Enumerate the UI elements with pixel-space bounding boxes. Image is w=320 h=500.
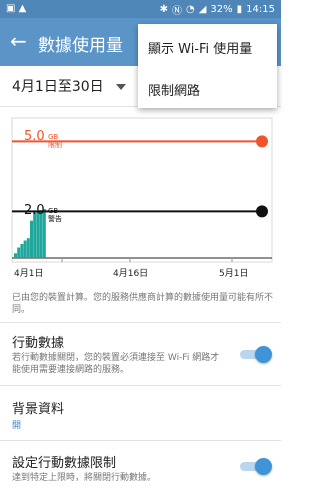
usage-bar [23, 240, 27, 258]
status-bar: ▣ ▲ ✱ Ⓝ ◔ ◢ 32% ▮ 14:15 [0, 0, 281, 18]
background-data-title: 背景資料 [12, 402, 65, 417]
mobile-data-title: 行動數據 [12, 336, 65, 351]
status-right: ✱ Ⓝ ◔ ◢ 32% ▮ 14:15 [160, 2, 275, 17]
toggle-knob [255, 458, 272, 475]
usage-bar [20, 244, 24, 258]
warning-icon: ▲ [18, 3, 27, 14]
nfc-icon: Ⓝ [171, 6, 182, 17]
usage-bar [14, 253, 17, 258]
x-label-start: 4月1日 [14, 269, 44, 279]
limit-unit: GB [48, 133, 59, 141]
image-icon: ▣ [6, 3, 16, 14]
toggle-knob [255, 346, 272, 363]
warning-unit: GB [48, 207, 59, 215]
warning-label: 警告 [48, 215, 62, 223]
clock: 14:15 [246, 4, 275, 15]
page-title: 數據使用量 [38, 36, 123, 56]
back-arrow-icon[interactable]: ← [10, 29, 27, 53]
signal-icon: ◢ [198, 4, 207, 15]
wifi-icon: ◔ [185, 4, 195, 15]
usage-chart: 5.0 GB 限制 2.0 GB 警告 [0, 108, 281, 284]
usage-bar [30, 220, 33, 258]
date-range-label: 4月1日至30日 [12, 79, 104, 95]
set-limit-title: 設定行動數據限制 [12, 456, 117, 471]
limit-value: 5.0 [24, 129, 45, 144]
dropdown-arrow-icon [116, 84, 127, 90]
usage-bar [26, 238, 30, 258]
limit-label: 限制 [48, 141, 62, 149]
battery-percent: 32% [210, 4, 233, 15]
divider [0, 385, 281, 386]
overflow-menu: 顯示 Wi-Fi 使用量 限制網路 [138, 24, 277, 108]
date-range-selector[interactable]: 4月1日至30日 [12, 76, 127, 96]
mobile-data-desc: 若行動數據關閉，您的裝置必須連接至 Wi-Fi 網路才能使用需要連接網路的服務。 [12, 353, 220, 375]
divider [0, 440, 281, 441]
x-label-end: 5月1日 [219, 269, 249, 279]
set-limit-toggle[interactable] [240, 458, 272, 475]
usage-bar [36, 211, 40, 258]
warning-value: 2.0 [24, 203, 45, 218]
x-label-mid: 4月16日 [113, 269, 149, 279]
set-limit-desc: 達到特定上限時，將關閉行動數據。 [12, 473, 157, 483]
battery-icon: ▮ [236, 4, 243, 15]
bluetooth-icon: ✱ [159, 4, 168, 15]
limit-handle[interactable] [256, 135, 268, 148]
usage-note: 已由您的裝置計算。您的服務供應商計算的數據使用量可能有所不同。 [12, 293, 274, 315]
mobile-data-toggle[interactable] [240, 346, 272, 363]
menu-item-show-wifi-usage[interactable]: 顯示 Wi-Fi 使用量 [148, 38, 252, 57]
status-left-icons: ▣ ▲ [6, 3, 26, 14]
menu-item-restrict-networks[interactable]: 限制網路 [148, 80, 200, 99]
usage-bar [17, 247, 21, 258]
divider [0, 322, 281, 323]
warning-handle[interactable] [256, 205, 268, 218]
background-data-value: 開 [12, 421, 22, 431]
usage-bar [33, 212, 37, 258]
